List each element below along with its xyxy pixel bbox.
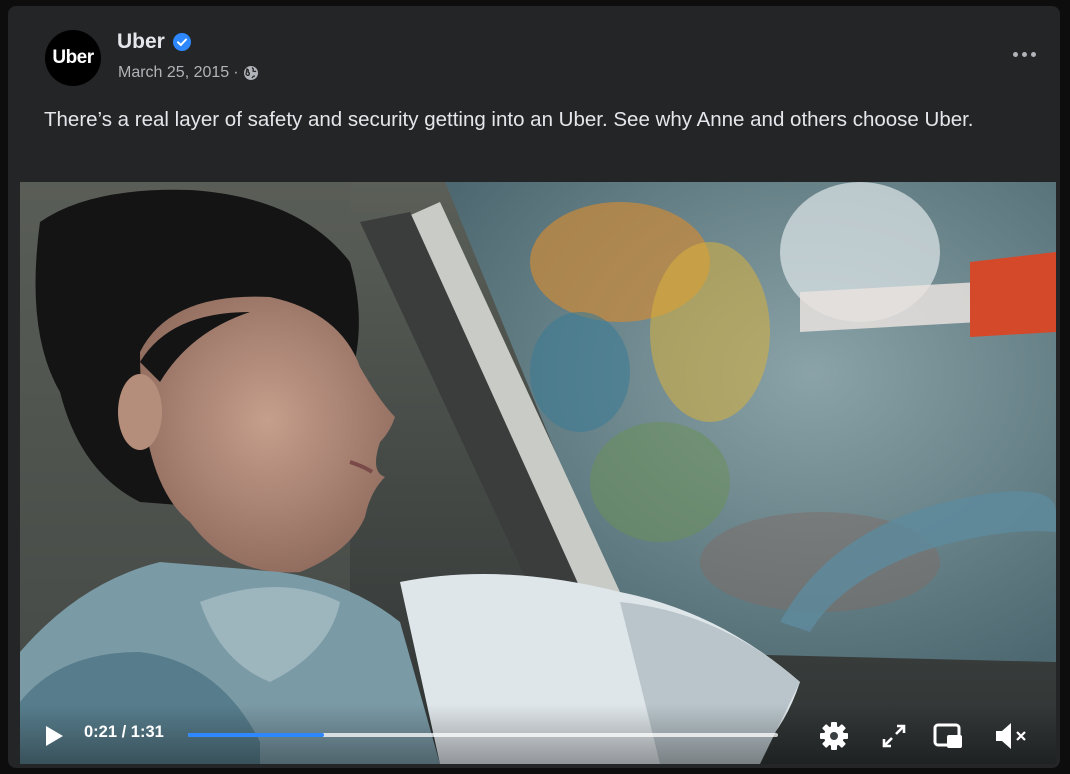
picture-in-picture-icon[interactable] [932,721,964,751]
time-label: 0:21 / 1:31 [84,723,164,741]
settings-gear-icon[interactable] [818,720,850,752]
page-name[interactable]: Uber [117,30,165,54]
post-text: There’s a real layer of safety and secur… [44,108,974,131]
more-dot-icon [1030,51,1036,57]
verified-badge-icon [172,33,191,51]
avatar[interactable]: Uber [45,30,101,86]
progress-fill [188,733,324,737]
more-options-button[interactable] [1006,40,1042,68]
post-card: Uber Uber March 25, 2015 · There’s a rea… [8,6,1060,768]
post-meta: March 25, 2015 · [118,64,259,82]
author-row: Uber [117,30,191,54]
play-icon[interactable] [42,724,66,748]
post-date[interactable]: March 25, 2015 [118,64,229,82]
video-controls: 0:21 / 1:31 [20,704,1056,764]
video-frame [20,182,1056,764]
more-dot-icon [1012,51,1018,57]
progress-bar[interactable] [188,733,778,737]
video-player[interactable]: 0:21 / 1:31 [20,182,1056,764]
post-header: Uber Uber March 25, 2015 · [8,6,1060,106]
muted-speaker-icon[interactable] [992,720,1030,752]
more-dot-icon [1021,51,1027,57]
avatar-text: Uber [52,47,94,68]
meta-separator: · [233,64,239,81]
fullscreen-icon[interactable] [880,722,908,750]
globe-icon[interactable] [243,65,259,81]
